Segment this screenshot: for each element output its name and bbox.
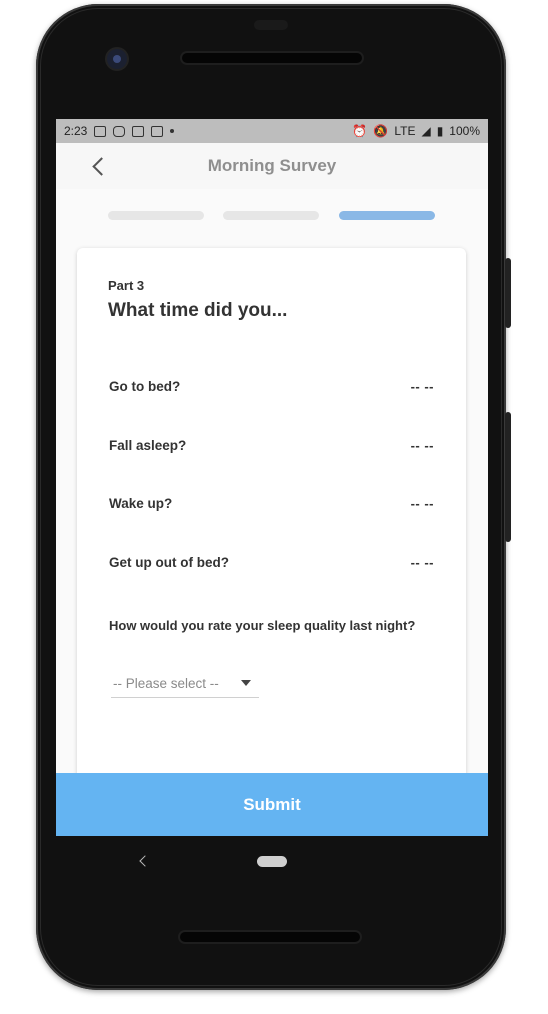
- submit-button[interactable]: Submit: [56, 773, 488, 836]
- survey-card: Part 3 What time did you... Go to bed? -…: [77, 248, 466, 836]
- nav-home-icon[interactable]: [257, 856, 287, 867]
- question-label: Go to bed?: [109, 378, 181, 394]
- volume-button: [505, 412, 511, 542]
- submit-label: Submit: [243, 794, 301, 814]
- status-time: 2:23: [64, 124, 88, 138]
- top-slot: [254, 20, 288, 30]
- progress-step-3: [339, 211, 435, 220]
- question-row: Go to bed? -- --: [109, 374, 434, 398]
- nav-back-icon[interactable]: [139, 855, 151, 867]
- question-label: Wake up?: [109, 495, 173, 511]
- status-bar: 2:23 ⏰ 🔕 LTE ◢ ▮ 100%: [56, 119, 488, 143]
- network-type: LTE: [394, 124, 416, 138]
- page-title: Morning Survey: [207, 156, 337, 175]
- app-bar: Morning Survey: [56, 143, 488, 189]
- signal-icon: ◢: [421, 124, 431, 138]
- bottom-speaker: [180, 932, 360, 942]
- earpiece-speaker: [182, 53, 362, 63]
- notifications-off-icon: 🔕: [373, 124, 389, 138]
- rating-question-label: How would you rate your sleep quality la…: [109, 618, 416, 633]
- question-row: Get up out of bed? -- --: [109, 550, 434, 574]
- question-label: Fall asleep?: [109, 437, 187, 453]
- instagram-icon: [113, 125, 126, 137]
- select-value: -- Please select --: [113, 675, 219, 691]
- time-picker[interactable]: -- --: [411, 555, 434, 570]
- time-picker[interactable]: -- --: [411, 496, 434, 511]
- progress-step-1: [108, 211, 204, 220]
- question-label: Get up out of bed?: [109, 554, 229, 570]
- progress-indicator: [108, 211, 435, 220]
- section-heading: What time did you...: [108, 300, 288, 321]
- app-icon: [151, 125, 164, 137]
- time-picker[interactable]: -- --: [411, 438, 434, 453]
- chevron-left-icon: [91, 156, 111, 176]
- progress-step-2: [223, 211, 319, 220]
- sleep-quality-select[interactable]: -- Please select --: [111, 669, 259, 698]
- keyboard-icon: [94, 125, 107, 137]
- system-nav-bar: [56, 836, 488, 886]
- dropdown-arrow-icon: [241, 680, 251, 686]
- back-button[interactable]: [86, 153, 112, 179]
- time-picker[interactable]: -- --: [411, 379, 434, 394]
- battery-level: 100%: [449, 124, 480, 138]
- app-icon: [132, 125, 145, 137]
- dot-icon: [170, 129, 175, 133]
- front-camera: [107, 49, 127, 69]
- alarm-icon: ⏰: [352, 124, 368, 138]
- battery-icon: ▮: [436, 124, 444, 138]
- app-screen: 2:23 ⏰ 🔕 LTE ◢ ▮ 100% Morning Survey Par…: [56, 119, 488, 836]
- part-label: Part 3: [108, 278, 145, 293]
- power-button: [505, 258, 511, 328]
- question-row: Wake up? -- --: [109, 491, 434, 515]
- question-row: Fall asleep? -- --: [109, 433, 434, 457]
